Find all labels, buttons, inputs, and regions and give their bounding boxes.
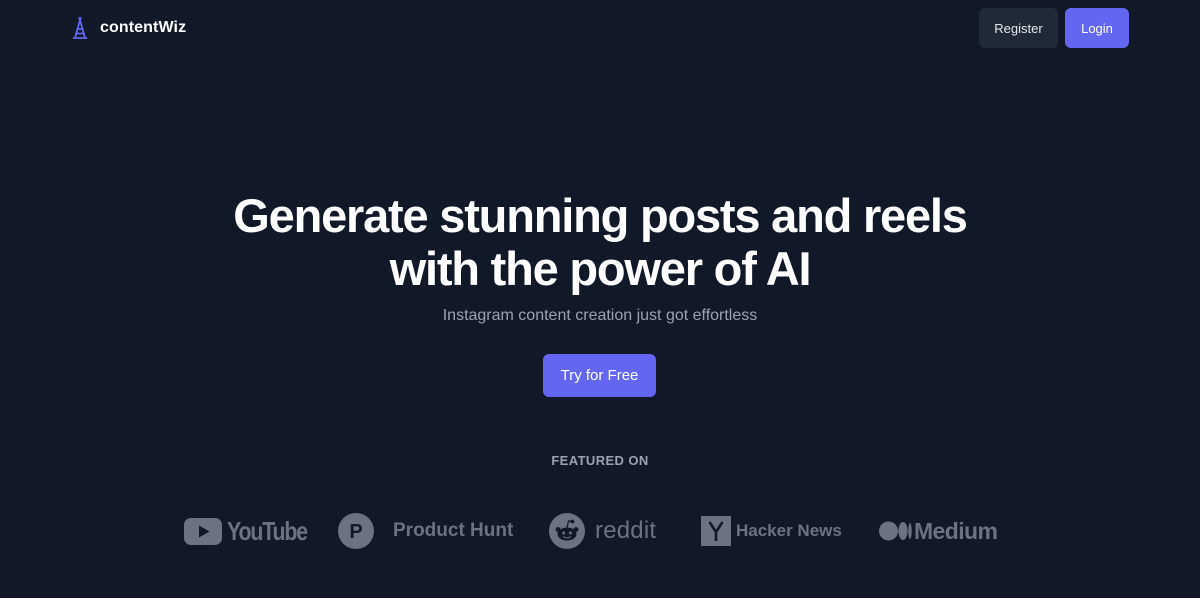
reddit-icon <box>549 513 585 549</box>
hacker-news-icon <box>701 516 731 546</box>
hacker-news-wordmark: Hacker News <box>736 521 842 540</box>
try-for-free-button[interactable]: Try for Free <box>543 354 656 397</box>
hero-title-line-1: Generate stunning posts and reels <box>233 189 968 242</box>
landing-page: contentWiz Register Login Generate stunn… <box>0 0 1200 598</box>
medium-wordmark: Medium <box>914 517 998 544</box>
hero-subtitle: Instagram content creation just got effo… <box>442 307 758 324</box>
hero-title-line-2: with the power of AI <box>389 242 812 295</box>
hero-title: Generate stunning posts and reels with t… <box>0 189 1200 295</box>
featured-on-label: FEATURED ON <box>551 453 649 468</box>
svg-text:P: P <box>349 521 362 543</box>
youtube-logo: YouTube <box>184 512 325 550</box>
register-button[interactable]: Register <box>979 8 1058 48</box>
product-hunt-logo: P Product Hunt <box>338 512 513 550</box>
hacker-news-logo: Hacker News <box>701 512 842 550</box>
product-hunt-wordmark: Product Hunt <box>393 520 514 541</box>
login-button[interactable]: Login <box>1065 8 1129 48</box>
tower-icon <box>72 16 88 40</box>
youtube-icon <box>184 517 222 545</box>
reddit-logo: reddit <box>549 512 656 550</box>
brand-name: contentWiz <box>100 19 187 36</box>
youtube-wordmark: YouTube <box>227 515 308 546</box>
product-hunt-icon: P <box>338 513 374 549</box>
site-logo[interactable]: contentWiz <box>72 15 186 41</box>
reddit-wordmark: reddit <box>595 517 657 544</box>
medium-logo: Medium <box>879 512 998 550</box>
medium-icon <box>879 521 912 541</box>
